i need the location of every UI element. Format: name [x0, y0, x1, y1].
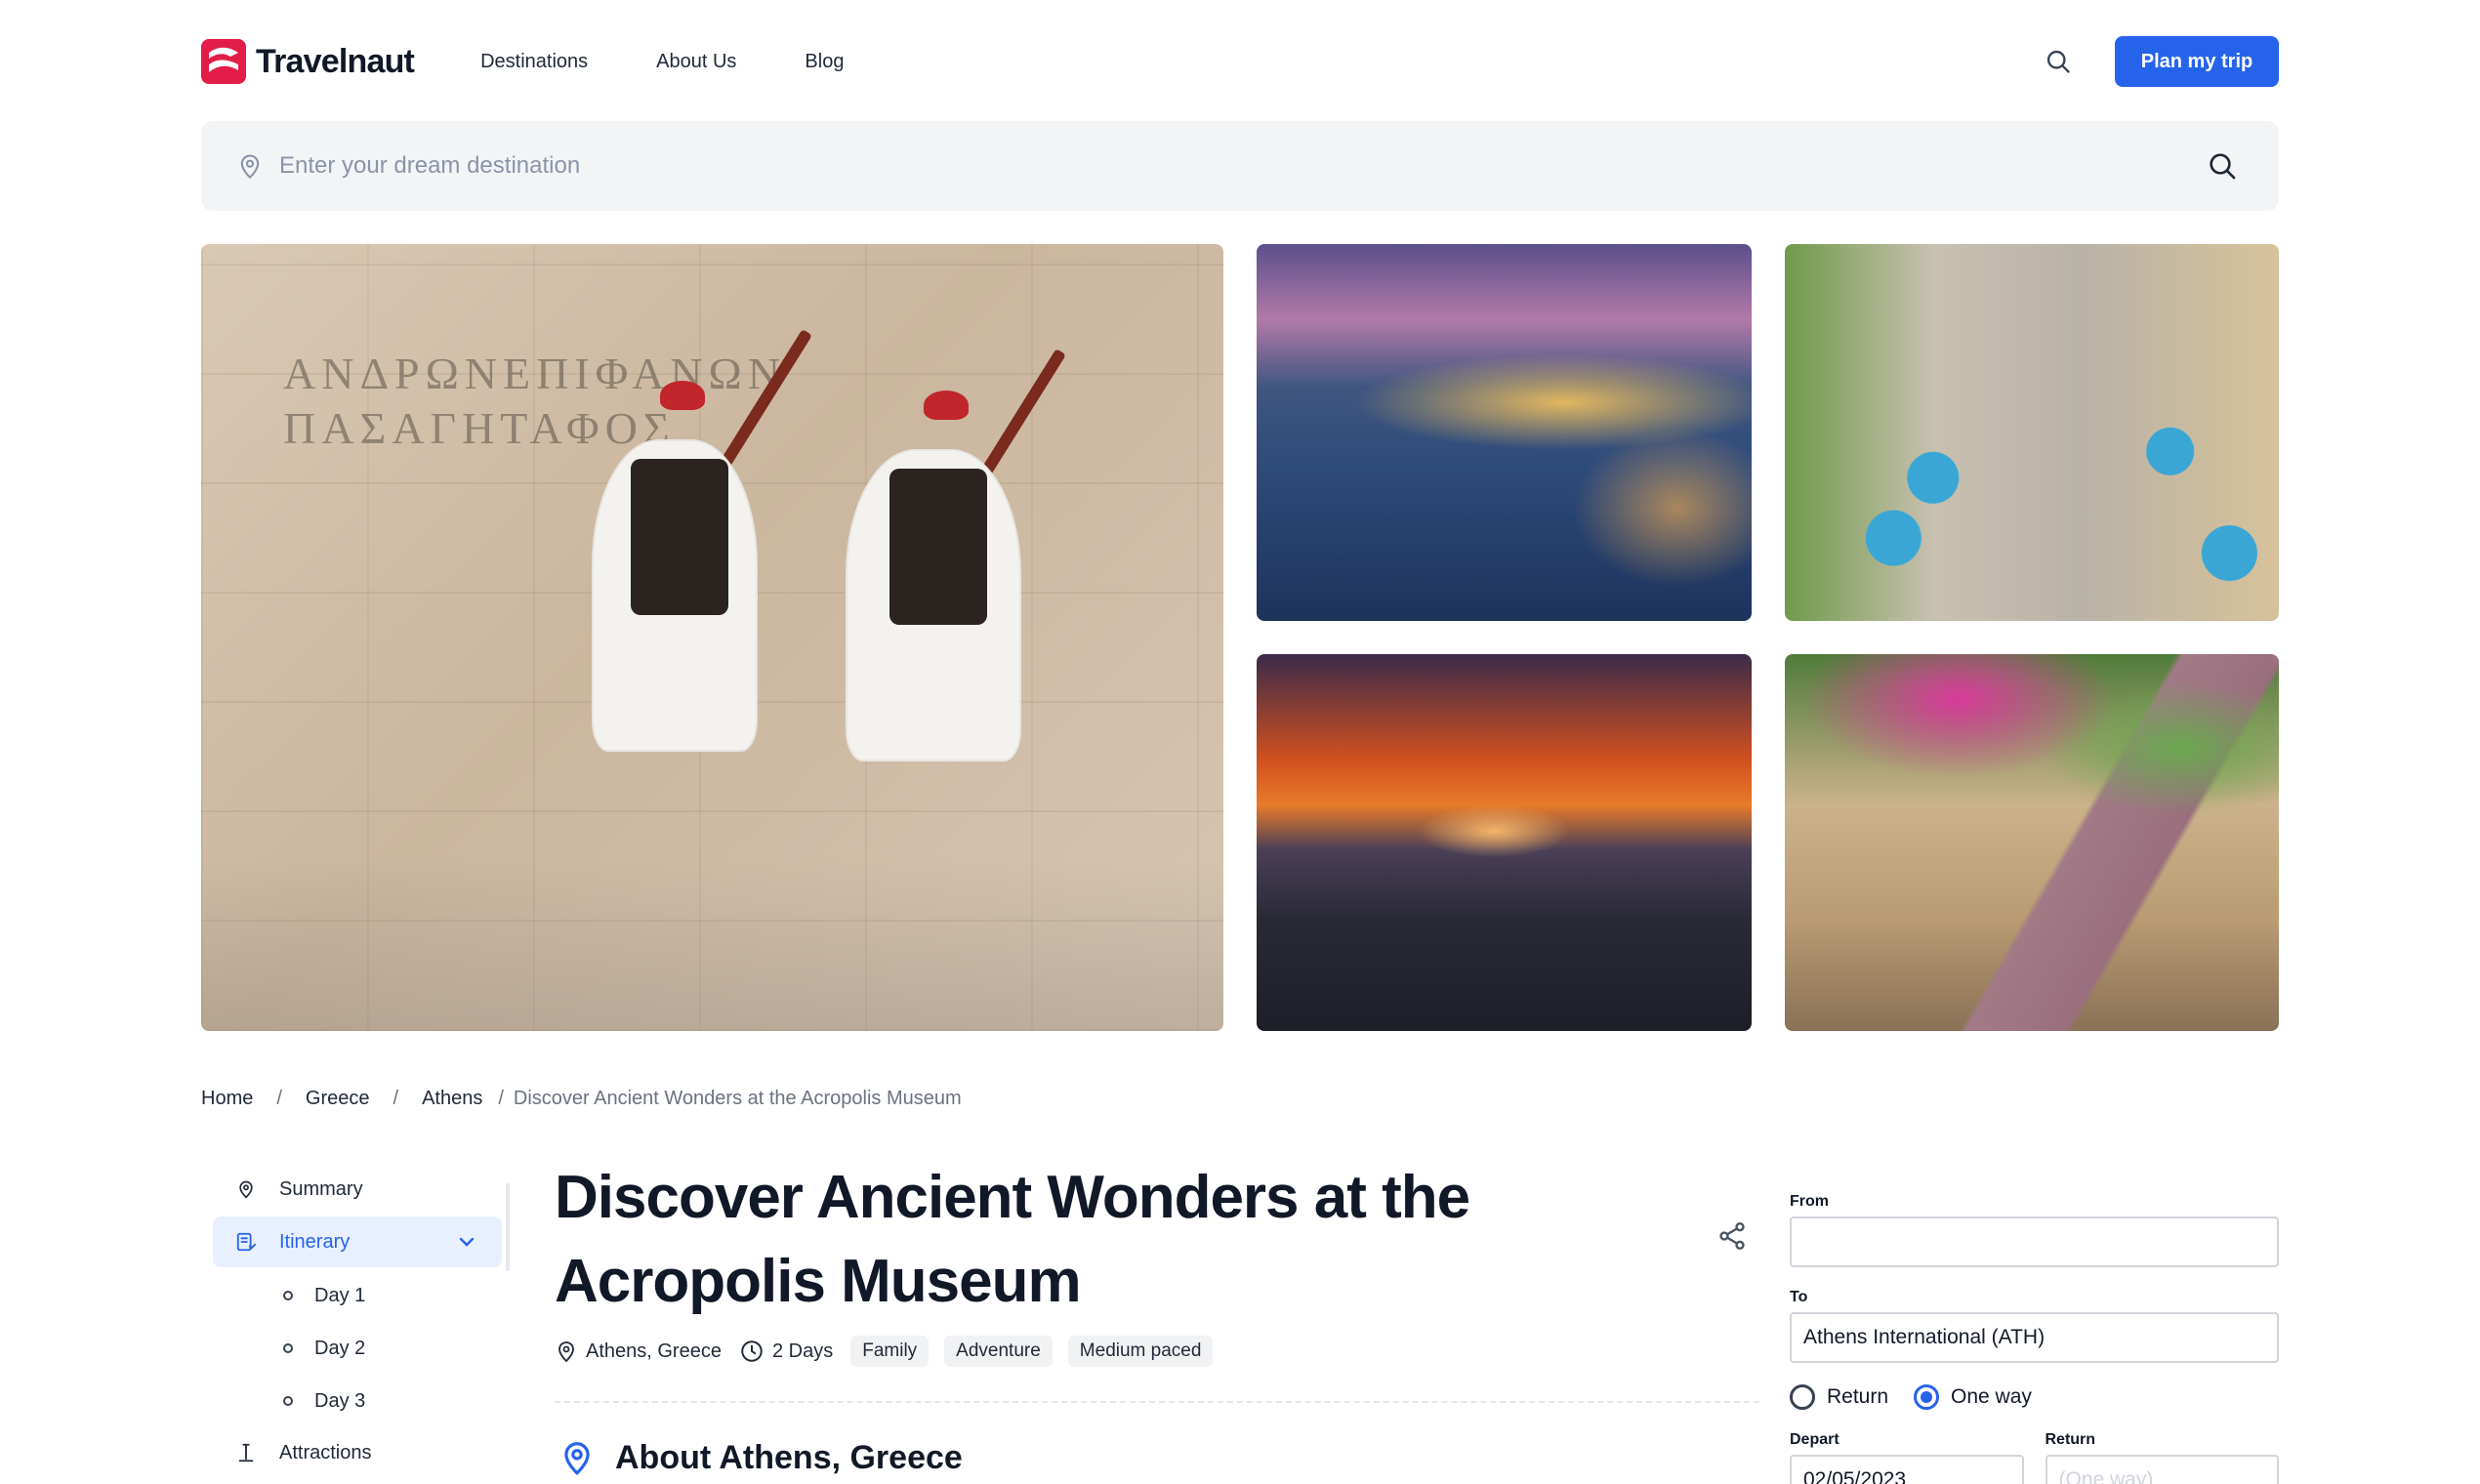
return-label: Return	[2045, 1431, 2096, 1448]
monument-icon	[234, 1441, 258, 1464]
harbor-at-dusk-photo[interactable]	[1257, 244, 1752, 621]
radio-circle-icon	[1790, 1384, 1815, 1410]
return-radio[interactable]: Return	[1790, 1384, 1888, 1410]
about-section-heading: About Athens, Greece	[558, 1437, 963, 1478]
destination-search-bar	[201, 121, 2279, 211]
sidenav-item-itinerary[interactable]: Itinerary	[213, 1216, 502, 1267]
plan-my-trip-button[interactable]: Plan my trip	[2115, 36, 2279, 87]
header-actions: Plan my trip	[2039, 36, 2279, 87]
nav-blog[interactable]: Blog	[805, 51, 844, 73]
breadcrumb-separator: /	[393, 1088, 399, 1109]
bullet-icon	[283, 1343, 293, 1353]
sidenav-subitem-day-3[interactable]: Day 3	[213, 1375, 502, 1427]
breadcrumb-athens[interactable]: Athens	[422, 1088, 482, 1110]
map-pin-icon	[234, 1177, 258, 1201]
depart-label: Depart	[1790, 1431, 1839, 1448]
sidenav-label: Summary	[279, 1177, 363, 1200]
travelnaut-logo-icon	[201, 39, 246, 84]
brand-name: Travelnaut	[256, 42, 415, 80]
breadcrumb-separator: /	[498, 1088, 504, 1109]
radio-selected-icon	[1914, 1384, 1940, 1410]
search-submit-icon[interactable]	[2203, 146, 2242, 186]
breadcrumb-home[interactable]: Home	[201, 1088, 253, 1110]
flight-booking-form: From To Return One way Depart Return	[1790, 1193, 2279, 1484]
main-nav: Destinations About Us Blog	[480, 51, 844, 73]
sidenav-scroll-track	[506, 1183, 510, 1271]
sidenav-label: Itinerary	[279, 1230, 351, 1253]
tag-adventure[interactable]: Adventure	[944, 1336, 1053, 1367]
sidenav-subitem-day-1[interactable]: Day 1	[213, 1269, 502, 1322]
brand-logo[interactable]: Travelnaut	[201, 39, 415, 84]
trip-meta: Athens, Greece 2 Days Family Adventure M…	[555, 1336, 1228, 1367]
location-pin-icon	[564, 1442, 590, 1475]
bullet-icon	[283, 1396, 293, 1406]
breadcrumb-greece[interactable]: Greece	[306, 1088, 370, 1110]
to-field[interactable]	[1790, 1312, 2279, 1363]
site-header: Travelnaut Destinations About Us Blog Pl…	[201, 35, 2279, 88]
flowered-street-photo[interactable]	[1785, 654, 2279, 1031]
sidenav-item-attractions[interactable]: Attractions	[213, 1427, 502, 1478]
acropolis-sunset-photo[interactable]	[1257, 654, 1752, 1031]
location-pin-icon	[240, 154, 260, 180]
tag-family[interactable]: Family	[850, 1336, 930, 1367]
tag-medium-paced[interactable]: Medium paced	[1067, 1336, 1214, 1367]
page-title: Discover Ancient Wonders at the Acropoli…	[555, 1164, 1470, 1315]
header-search-icon[interactable]	[2039, 42, 2078, 81]
wall-inscription: ΑΝΔΡΩΝΕΠΙΦΑΝΩΝ ΠΑΣΑΓΗΤΑΦΟΣ	[283, 349, 786, 453]
nav-destinations[interactable]: Destinations	[480, 51, 588, 73]
cafe-tables-photo[interactable]	[1785, 244, 2279, 621]
breadcrumb: Home / Greece / Athens / Discover Ancien…	[201, 1088, 962, 1110]
clock-icon	[741, 1340, 763, 1362]
section-nav: Summary Itinerary Day 1 Day 2 Day 3 Attr…	[213, 1164, 502, 1480]
breadcrumb-current: Discover Ancient Wonders at the Acropoli…	[513, 1088, 962, 1109]
depart-date-field[interactable]	[1790, 1455, 2024, 1484]
sidenav-subitem-day-2[interactable]: Day 2	[213, 1322, 502, 1375]
from-label: From	[1790, 1193, 1829, 1210]
destination-search-input[interactable]	[279, 152, 2203, 180]
breadcrumb-separator: /	[276, 1088, 282, 1109]
sidenav-item-summary[interactable]: Summary	[213, 1164, 502, 1215]
nav-about-us[interactable]: About Us	[656, 51, 736, 73]
chevron-down-icon[interactable]	[455, 1230, 478, 1254]
one-way-radio[interactable]: One way	[1914, 1384, 2032, 1410]
date-fields: Depart Return	[1790, 1431, 2279, 1484]
location-pin-icon	[558, 1341, 574, 1363]
sidenav-label: Attractions	[279, 1441, 372, 1463]
trip-type-group: Return One way	[1790, 1384, 2279, 1410]
meta-location: Athens, Greece	[555, 1339, 722, 1364]
share-icon[interactable]	[1716, 1220, 1748, 1252]
return-date-field[interactable]	[2045, 1455, 2279, 1484]
bullet-icon	[283, 1291, 293, 1300]
itinerary-list-icon	[234, 1230, 258, 1254]
evzones-guards-photo[interactable]: ΑΝΔΡΩΝΕΠΙΦΑΝΩΝ ΠΑΣΑΓΗΤΑΦΟΣ	[201, 244, 1223, 1031]
content-divider	[555, 1401, 1759, 1403]
to-label: To	[1790, 1289, 1808, 1305]
from-field[interactable]	[1790, 1216, 2279, 1267]
meta-duration: 2 Days	[739, 1339, 833, 1364]
